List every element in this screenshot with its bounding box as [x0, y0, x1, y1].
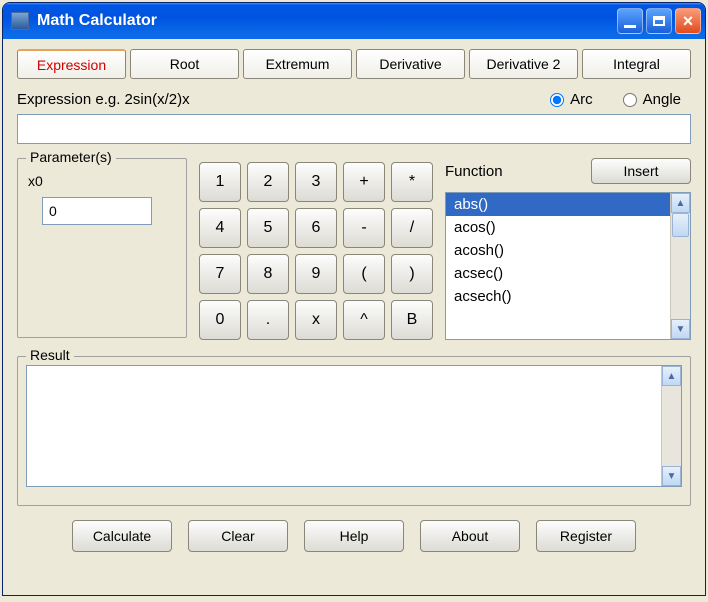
radio-angle-label: Angle — [643, 91, 681, 108]
calculate-button[interactable]: Calculate — [72, 520, 172, 552]
function-item[interactable]: abs() — [446, 193, 670, 216]
minimize-button[interactable] — [617, 8, 643, 34]
result-box: ▲ ▼ — [26, 365, 682, 487]
radio-arc-label: Arc — [570, 91, 593, 108]
key-2[interactable]: 2 — [247, 162, 289, 202]
parameters-legend: Parameter(s) — [26, 149, 116, 165]
register-button[interactable]: Register — [536, 520, 636, 552]
function-item[interactable]: acsech() — [446, 285, 670, 308]
maximize-button[interactable] — [646, 8, 672, 34]
middle-row: Parameter(s) x0 1 2 3 + * 4 5 6 - / 7 8 … — [17, 158, 691, 340]
chevron-up-icon: ▲ — [667, 371, 677, 382]
key-x[interactable]: x — [295, 300, 337, 340]
key-multiply[interactable]: * — [391, 162, 433, 202]
function-label: Function — [445, 163, 503, 180]
expression-label: Expression e.g. 2sin(x/2)x — [17, 91, 540, 108]
titlebar: Math Calculator × — [3, 3, 705, 39]
key-1[interactable]: 1 — [199, 162, 241, 202]
key-lparen[interactable]: ( — [343, 254, 385, 294]
radio-angle-input[interactable] — [623, 93, 637, 107]
tab-derivative2[interactable]: Derivative 2 — [469, 49, 578, 79]
window-title: Math Calculator — [37, 12, 617, 30]
scroll-track[interactable] — [662, 386, 681, 466]
scroll-down-button[interactable]: ▼ — [671, 319, 690, 339]
app-icon — [11, 12, 29, 30]
key-rparen[interactable]: ) — [391, 254, 433, 294]
radio-arc[interactable]: Arc — [550, 91, 593, 108]
scroll-up-button[interactable]: ▲ — [662, 366, 681, 386]
bottom-button-row: Calculate Clear Help About Register — [17, 520, 691, 552]
key-4[interactable]: 4 — [199, 208, 241, 248]
expression-row: Expression e.g. 2sin(x/2)x Arc Angle — [17, 91, 691, 108]
scroll-track[interactable] — [671, 213, 690, 319]
parameters-group: Parameter(s) x0 — [17, 158, 187, 338]
function-list[interactable]: abs() acos() acosh() acsec() acsech() — [446, 193, 670, 339]
content-area: Expression Root Extremum Derivative Deri… — [3, 39, 705, 595]
function-header: Function Insert — [445, 158, 691, 184]
tab-root[interactable]: Root — [130, 49, 239, 79]
radio-arc-input[interactable] — [550, 93, 564, 107]
tab-integral[interactable]: Integral — [582, 49, 691, 79]
scroll-thumb[interactable] — [672, 213, 689, 237]
about-button[interactable]: About — [420, 520, 520, 552]
parameter-input[interactable] — [42, 197, 152, 225]
key-plus[interactable]: + — [343, 162, 385, 202]
key-3[interactable]: 3 — [295, 162, 337, 202]
minimize-icon — [624, 25, 636, 28]
key-6[interactable]: 6 — [295, 208, 337, 248]
key-8[interactable]: 8 — [247, 254, 289, 294]
key-caret[interactable]: ^ — [343, 300, 385, 340]
chevron-up-icon: ▲ — [676, 198, 686, 209]
key-minus[interactable]: - — [343, 208, 385, 248]
close-icon: × — [683, 12, 694, 30]
maximize-icon — [653, 16, 665, 26]
chevron-down-icon: ▼ — [667, 471, 677, 482]
function-item[interactable]: acosh() — [446, 239, 670, 262]
app-window: Math Calculator × Expression Root Extrem… — [2, 2, 706, 596]
window-controls: × — [617, 8, 701, 34]
function-list-wrap: abs() acos() acosh() acsec() acsech() ▲ … — [445, 192, 691, 340]
tab-bar: Expression Root Extremum Derivative Deri… — [17, 49, 691, 79]
keypad: 1 2 3 + * 4 5 6 - / 7 8 9 ( ) 0 . x ^ B — [199, 158, 433, 340]
angle-mode-group: Arc Angle — [550, 91, 681, 108]
function-item[interactable]: acsec() — [446, 262, 670, 285]
clear-button[interactable]: Clear — [188, 520, 288, 552]
function-scrollbar[interactable]: ▲ ▼ — [670, 193, 690, 339]
tab-expression[interactable]: Expression — [17, 49, 126, 79]
insert-button[interactable]: Insert — [591, 158, 691, 184]
key-7[interactable]: 7 — [199, 254, 241, 294]
function-item[interactable]: acos() — [446, 216, 670, 239]
function-area: Function Insert abs() acos() acosh() acs… — [445, 158, 691, 340]
key-9[interactable]: 9 — [295, 254, 337, 294]
key-b[interactable]: B — [391, 300, 433, 340]
key-dot[interactable]: . — [247, 300, 289, 340]
close-button[interactable]: × — [675, 8, 701, 34]
parameter-name: x0 — [28, 173, 178, 189]
scroll-down-button[interactable]: ▼ — [662, 466, 681, 486]
radio-angle[interactable]: Angle — [623, 91, 681, 108]
result-legend: Result — [26, 347, 74, 363]
result-text — [27, 366, 661, 486]
chevron-down-icon: ▼ — [676, 324, 686, 335]
tab-extremum[interactable]: Extremum — [243, 49, 352, 79]
key-0[interactable]: 0 — [199, 300, 241, 340]
key-5[interactable]: 5 — [247, 208, 289, 248]
result-group: Result ▲ ▼ — [17, 356, 691, 506]
key-divide[interactable]: / — [391, 208, 433, 248]
help-button[interactable]: Help — [304, 520, 404, 552]
tab-derivative[interactable]: Derivative — [356, 49, 465, 79]
result-scrollbar[interactable]: ▲ ▼ — [661, 366, 681, 486]
scroll-up-button[interactable]: ▲ — [671, 193, 690, 213]
expression-input[interactable] — [17, 114, 691, 144]
